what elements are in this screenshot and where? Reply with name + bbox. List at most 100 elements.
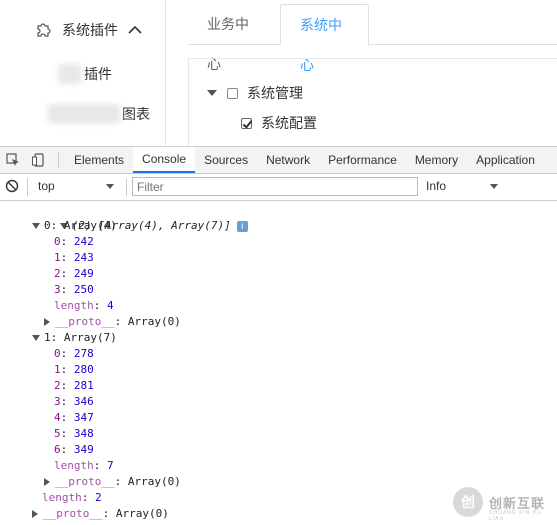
- array-item: 3: 250: [54, 283, 94, 296]
- proto-value: Array(0): [127, 315, 181, 328]
- array-index: 3: [54, 283, 61, 296]
- array-node[interactable]: 0: Array(4): [32, 218, 117, 234]
- puzzle-icon: [37, 23, 51, 37]
- array-index: 3: [54, 395, 61, 408]
- array-item: 2: 249: [54, 267, 94, 280]
- tab-system-center[interactable]: 系统中心: [280, 4, 369, 73]
- proto-node[interactable]: __proto__: Array(0): [44, 314, 181, 330]
- length-value: 7: [107, 459, 114, 472]
- array-header: 0: Array(4): [44, 219, 117, 232]
- proto-node[interactable]: __proto__: Array(0): [44, 474, 181, 490]
- array-item: 1: 243: [54, 251, 94, 264]
- console-output: (2) [Array(4), Array(7)] i 0: Array(4) 0:…: [0, 202, 557, 525]
- array-index: 0: [54, 347, 61, 360]
- context-select-value: top: [38, 179, 55, 193]
- length-value: 2: [95, 491, 102, 504]
- tree-panel: 系统管理 系统配置: [188, 58, 557, 146]
- array-value: 349: [73, 443, 94, 456]
- length-label: length: [54, 299, 94, 312]
- watermark-text: 创新互联: [489, 495, 546, 511]
- sidebar-item-plugins[interactable]: 插件: [58, 64, 112, 84]
- sidebar-item-charts[interactable]: 图表: [48, 104, 150, 124]
- array-item: 3: 346: [54, 395, 94, 408]
- log-level-select[interactable]: Info: [426, 178, 506, 195]
- proto-value: Array(0): [127, 475, 181, 488]
- devtools-tab-elements[interactable]: Elements: [65, 147, 133, 173]
- array-header: 1: Array(7): [44, 331, 117, 344]
- info-icon[interactable]: i: [236, 220, 248, 232]
- tree-checkbox[interactable]: [227, 87, 238, 99]
- sidebar-section-system-plugins[interactable]: 系统插件: [34, 18, 142, 42]
- array-index: 4: [54, 411, 61, 424]
- devtools-tab-memory[interactable]: Memory: [406, 147, 467, 173]
- expand-triangle-icon[interactable]: [207, 90, 217, 96]
- expand-right-icon[interactable]: [32, 510, 38, 518]
- chevron-up-icon: [128, 25, 142, 34]
- tree-node-system-config[interactable]: 系统配置: [241, 113, 317, 133]
- log-level-value: Info: [426, 179, 447, 193]
- array-item: 5: 348: [54, 427, 94, 440]
- array-item: 0: 278: [54, 347, 94, 360]
- redacted-text: [58, 64, 82, 84]
- devtools-tab-sources[interactable]: Sources: [195, 147, 257, 173]
- inspect-element-icon[interactable]: [0, 147, 26, 173]
- expand-right-icon[interactable]: [44, 318, 50, 326]
- array-item: 4: 347: [54, 411, 94, 424]
- array-value: 348: [73, 427, 94, 440]
- outer-proto-node[interactable]: __proto__: Array(0): [32, 506, 169, 522]
- length-label: length: [42, 491, 82, 504]
- devtools-panel: Elements Console Sources Network Perform…: [0, 146, 557, 525]
- watermark: 创 创新互联 CHUANG XIN HU LIAN: [453, 483, 551, 522]
- watermark-logo: 创: [453, 487, 483, 517]
- tree-checkbox-checked[interactable]: [241, 117, 252, 129]
- dropdown-arrow-icon: [106, 184, 114, 189]
- sidebar-item-label: 图表: [122, 106, 150, 122]
- length-value: 4: [107, 299, 114, 312]
- device-toolbar-icon[interactable]: [26, 147, 52, 173]
- array-length: length: 4: [54, 299, 114, 312]
- array-length: length: 7: [54, 459, 114, 472]
- array-item: 1: 280: [54, 363, 94, 376]
- tree-node-system-management[interactable]: 系统管理: [207, 83, 303, 103]
- clear-console-icon[interactable]: [5, 179, 19, 198]
- sidebar-section-label: 系统插件: [62, 22, 118, 38]
- array-value: 346: [73, 395, 94, 408]
- array-index: 1: [54, 251, 61, 264]
- array-value: 249: [73, 267, 94, 280]
- devtools-toolbar: Elements Console Sources Network Perform…: [0, 147, 557, 174]
- console-filter-input[interactable]: [132, 177, 418, 196]
- context-select[interactable]: top: [32, 178, 122, 195]
- sidebar: 系统插件 插件 图表: [0, 0, 166, 146]
- array-node[interactable]: 1: Array(7): [32, 330, 117, 346]
- redacted-text: [48, 104, 120, 124]
- proto-label: __proto__: [55, 475, 115, 488]
- toolbar-divider: [58, 152, 59, 168]
- devtools-tab-application[interactable]: Application: [467, 147, 544, 173]
- array-index: 1: [54, 363, 61, 376]
- tree-node-label: 系统管理: [247, 85, 303, 101]
- array-value: 281: [73, 379, 94, 392]
- devtools-tab-network[interactable]: Network: [257, 147, 319, 173]
- array-index: 5: [54, 427, 61, 440]
- main-content: 业务中心 系统中心 系统管理 系统配置: [166, 0, 557, 146]
- devtools-tab-performance[interactable]: Performance: [319, 147, 406, 173]
- tab-business-center[interactable]: 业务中心: [188, 4, 280, 72]
- array-item: 6: 349: [54, 443, 94, 456]
- tree-node-label: 系统配置: [261, 115, 317, 131]
- length-label: length: [54, 459, 94, 472]
- expand-down-icon[interactable]: [32, 335, 40, 341]
- expand-down-icon[interactable]: [32, 223, 40, 229]
- array-value: 347: [73, 411, 94, 424]
- watermark-subtext: CHUANG XIN HU LIAN: [489, 510, 543, 522]
- array-value: 278: [73, 347, 94, 360]
- console-log-entry[interactable]: (2) [Array(4), Array(7)] i: [20, 202, 248, 232]
- devtools-tab-console[interactable]: Console: [133, 147, 196, 173]
- array-index: 2: [54, 379, 61, 392]
- array-value: 243: [73, 251, 94, 264]
- proto-label: __proto__: [43, 507, 103, 520]
- array-value: 250: [73, 283, 94, 296]
- dropdown-arrow-icon: [490, 184, 498, 189]
- proto-value: Array(0): [115, 507, 169, 520]
- expand-right-icon[interactable]: [44, 478, 50, 486]
- outer-length: length: 2: [42, 491, 102, 504]
